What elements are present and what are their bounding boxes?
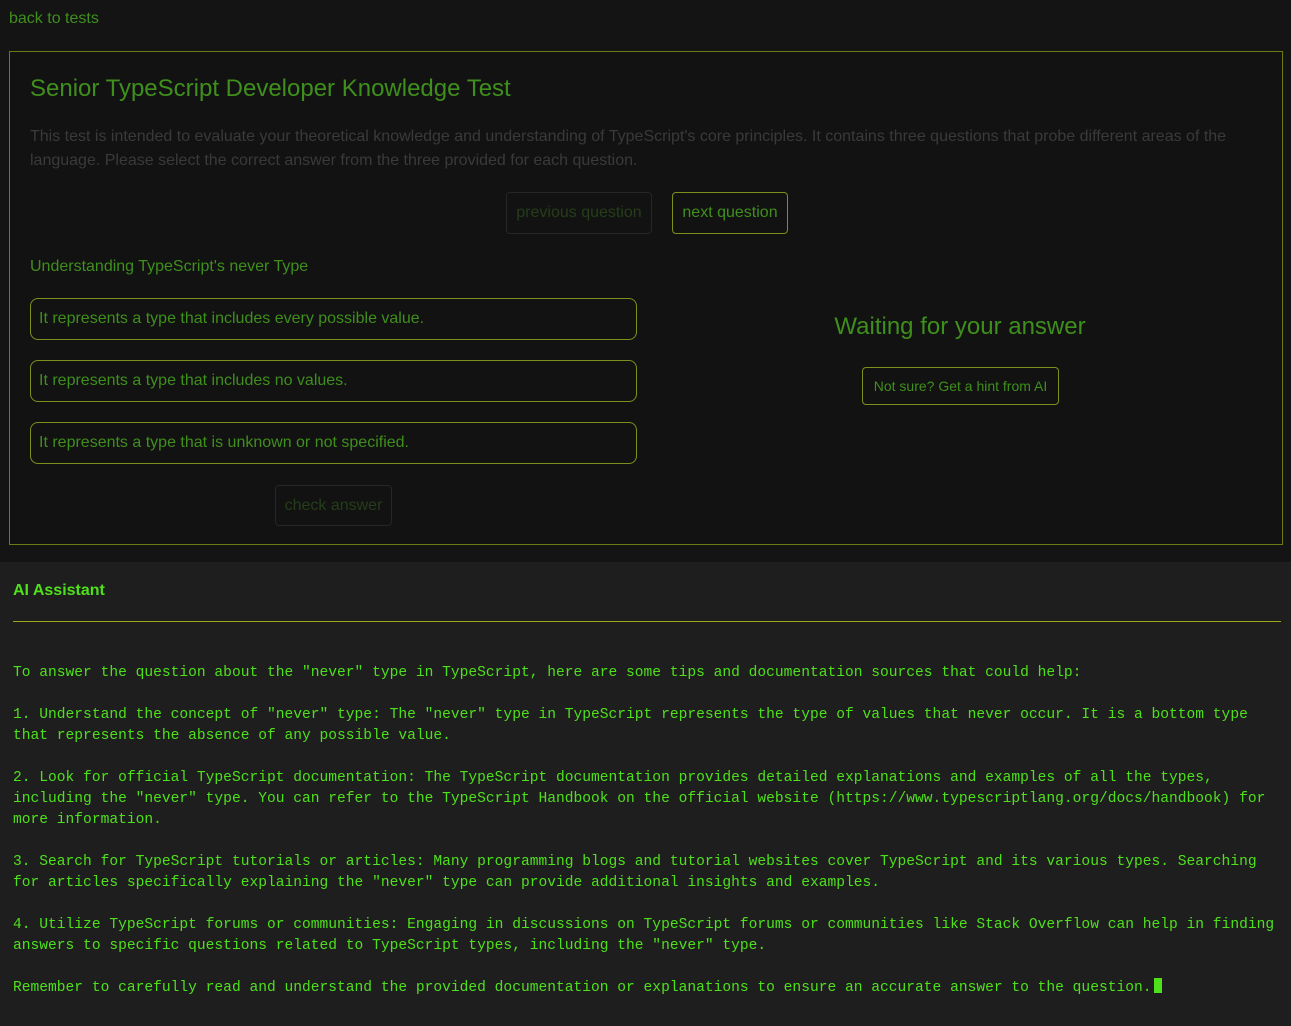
answer-option-1[interactable]: It represents a type that includes every… — [30, 298, 637, 340]
ai-response-paragraph: 1. Understand the concept of "never" typ… — [13, 707, 1248, 744]
get-ai-hint-button[interactable]: Not sure? Get a hint from AI — [862, 367, 1059, 405]
ai-assistant-title: AI Assistant — [13, 582, 105, 599]
answer-option-3[interactable]: It represents a type that is unknown or … — [30, 422, 637, 464]
test-panel: Senior TypeScript Developer Knowledge Te… — [9, 51, 1283, 545]
ai-response-paragraph: 3. Search for TypeScript tutorials or ar… — [13, 854, 1257, 891]
ai-response-paragraph: To answer the question about the "never"… — [13, 665, 1082, 681]
ai-response-text: To answer the question about the "never"… — [13, 663, 1281, 999]
answer-option-2[interactable]: It represents a type that includes no va… — [30, 360, 637, 402]
next-question-button[interactable]: next question — [672, 192, 788, 234]
check-answer-button[interactable]: check answer — [275, 485, 392, 526]
ai-response-paragraph: Remember to carefully read and understan… — [13, 978, 1281, 999]
ai-assistant-panel: AI Assistant To answer the question abou… — [0, 562, 1291, 1026]
ai-response-paragraph: 2. Look for official TypeScript document… — [13, 770, 1266, 828]
ai-response-last-sentence: Remember to carefully read and understan… — [13, 980, 1152, 996]
answer-status-text: Waiting for your answer — [834, 313, 1086, 340]
ai-response-paragraph: 4. Utilize TypeScript forums or communit… — [13, 917, 1275, 954]
back-to-tests-link[interactable]: back to tests — [9, 9, 99, 29]
test-title: Senior TypeScript Developer Knowledge Te… — [30, 75, 511, 102]
previous-question-button[interactable]: previous question — [506, 192, 652, 234]
question-title: Understanding TypeScript's never Type — [30, 258, 309, 275]
typing-cursor-icon — [1153, 978, 1162, 993]
test-description: This test is intended to evaluate your t… — [30, 128, 1227, 169]
divider — [13, 621, 1281, 622]
